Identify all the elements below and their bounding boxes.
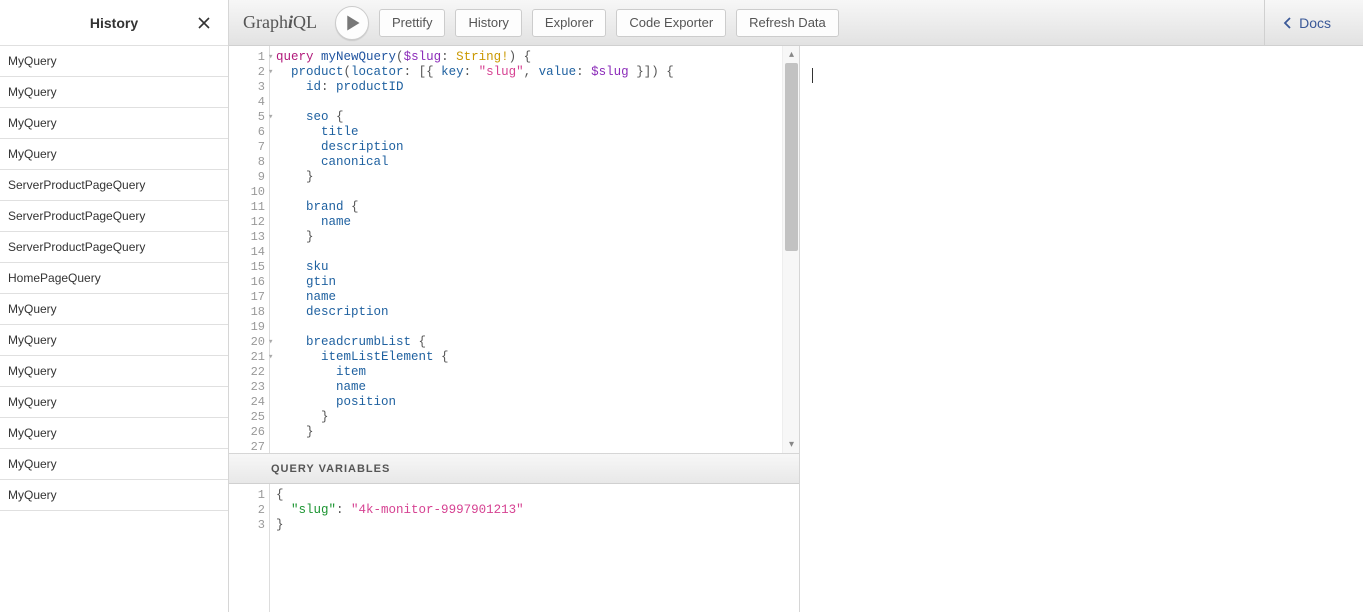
- scroll-down-icon[interactable]: ▾: [783, 436, 799, 453]
- execute-button[interactable]: [335, 6, 369, 40]
- topbar: GraphiQL Prettify History Explorer Code …: [229, 0, 1363, 46]
- refresh-data-button[interactable]: Refresh Data: [736, 9, 839, 37]
- main-area: GraphiQL Prettify History Explorer Code …: [229, 0, 1363, 612]
- history-panel: History MyQueryMyQueryMyQueryMyQueryServ…: [0, 0, 229, 612]
- history-item[interactable]: HomePageQuery: [0, 263, 228, 294]
- variables-header[interactable]: QUERY VARIABLES: [229, 454, 799, 484]
- explorer-button[interactable]: Explorer: [532, 9, 606, 37]
- history-item[interactable]: ServerProductPageQuery: [0, 170, 228, 201]
- prettify-button[interactable]: Prettify: [379, 9, 445, 37]
- history-item[interactable]: MyQuery: [0, 449, 228, 480]
- vertical-scrollbar[interactable]: ▴ ▾: [782, 46, 799, 453]
- result-pane[interactable]: [800, 46, 1363, 612]
- chevron-left-icon: [1283, 17, 1293, 29]
- variables-gutter: 123: [229, 484, 270, 612]
- history-item[interactable]: MyQuery: [0, 108, 228, 139]
- history-item[interactable]: ServerProductPageQuery: [0, 232, 228, 263]
- docs-label: Docs: [1299, 15, 1331, 31]
- history-item[interactable]: MyQuery: [0, 387, 228, 418]
- history-title: History: [90, 15, 138, 31]
- history-item[interactable]: MyQuery: [0, 480, 228, 511]
- history-list: MyQueryMyQueryMyQueryMyQueryServerProduc…: [0, 46, 228, 612]
- docs-toggle[interactable]: Docs: [1264, 0, 1353, 46]
- editor-column: 1▾2▾345▾67891011121314151617181920▾21▾22…: [229, 46, 800, 612]
- history-item[interactable]: MyQuery: [0, 46, 228, 77]
- query-gutter: 1▾2▾345▾67891011121314151617181920▾21▾22…: [229, 46, 270, 453]
- variables-code[interactable]: { "slug": "4k-monitor-9997901213"}: [270, 484, 799, 612]
- query-editor[interactable]: 1▾2▾345▾67891011121314151617181920▾21▾22…: [229, 46, 799, 453]
- editor-row: 1▾2▾345▾67891011121314151617181920▾21▾22…: [229, 46, 1363, 612]
- history-item[interactable]: ServerProductPageQuery: [0, 201, 228, 232]
- history-item[interactable]: MyQuery: [0, 294, 228, 325]
- scroll-up-icon[interactable]: ▴: [783, 46, 799, 63]
- logo-text-pre: Graph: [243, 12, 288, 32]
- history-item[interactable]: MyQuery: [0, 325, 228, 356]
- query-code[interactable]: query myNewQuery($slug: String!) { produ…: [270, 46, 799, 453]
- variables-section: QUERY VARIABLES 123 { "slug": "4k-monito…: [229, 453, 799, 612]
- history-button[interactable]: History: [455, 9, 521, 37]
- result-cursor: [812, 68, 813, 83]
- close-icon[interactable]: [196, 15, 212, 31]
- code-exporter-button[interactable]: Code Exporter: [616, 9, 726, 37]
- graphiql-logo: GraphiQL: [235, 12, 329, 33]
- history-header: History: [0, 0, 228, 46]
- history-item[interactable]: MyQuery: [0, 77, 228, 108]
- history-item[interactable]: MyQuery: [0, 418, 228, 449]
- history-item[interactable]: MyQuery: [0, 356, 228, 387]
- scrollbar-thumb[interactable]: [785, 63, 798, 251]
- logo-text-post: QL: [293, 12, 317, 32]
- history-item[interactable]: MyQuery: [0, 139, 228, 170]
- variables-editor[interactable]: 123 { "slug": "4k-monitor-9997901213"}: [229, 484, 799, 612]
